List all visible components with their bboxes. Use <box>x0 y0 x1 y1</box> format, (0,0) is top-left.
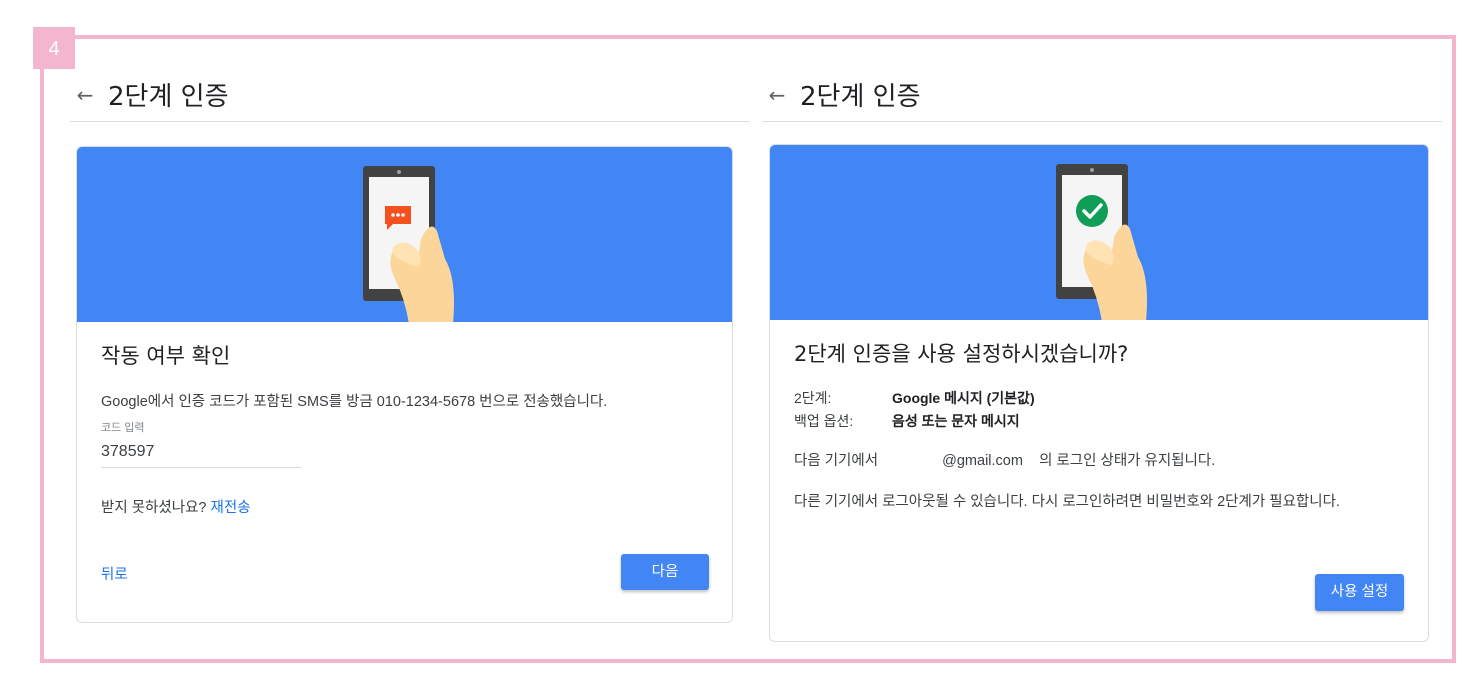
back-arrow-icon[interactable]: ← <box>70 80 100 110</box>
info-key: 백업 옵션: <box>794 413 854 429</box>
banner-illustration <box>770 145 1428 320</box>
enable-button[interactable]: 사용 설정 <box>1315 574 1404 611</box>
enable-card: 2단계 인증을 사용 설정하시겠습니까? 2단계: Google 메시지 (기본… <box>769 144 1429 642</box>
not-received-text: 받지 못하셨나요? <box>101 500 207 516</box>
device-notice: 다음 기기에서 @gmail.com 의 로그인 상태가 유지됩니다. <box>794 451 1404 472</box>
info-row: 2단계: Google 메시지 (기본값) <box>794 388 1404 408</box>
device-text-prefix: 다음 기기에서 <box>794 453 879 469</box>
resend-row: 받지 못하셨나요? 재전송 <box>101 496 708 517</box>
step-badge: 4 <box>33 27 75 69</box>
resend-link[interactable]: 재전송 <box>211 500 251 516</box>
card-title: 작동 여부 확인 <box>101 344 231 368</box>
card-title: 2단계 인증을 사용 설정하시겠습니까? <box>794 342 1129 366</box>
verify-panel: ← 2단계 인증 작동 여부 확인 Google에서 인증 코드가 포함된 SM… <box>70 68 750 623</box>
hand-illustration <box>1083 224 1147 320</box>
back-arrow-icon[interactable]: ← <box>762 80 792 110</box>
sms-description: Google에서 인증 코드가 포함된 SMS를 방금 010-1234-567… <box>101 394 608 410</box>
info-value: Google 메시지 (기본값) <box>892 390 1035 406</box>
device-text-suffix: 의 로그인 상태가 유지됩니다. <box>1039 453 1216 469</box>
method-summary: 2단계: Google 메시지 (기본값) 백업 옵션: 음성 또는 문자 메시… <box>794 388 1404 431</box>
page-title: 2단계 인증 <box>108 82 229 112</box>
back-button[interactable]: 뒤로 <box>101 563 128 584</box>
code-input[interactable]: 378597 <box>101 437 301 468</box>
logout-notice: 다른 기기에서 로그아웃될 수 있습니다. 다시 로그인하려면 비밀번호와 2단… <box>794 494 1340 511</box>
device-email: @gmail.com <box>942 453 1023 469</box>
page-header: ← 2단계 인증 <box>70 68 750 122</box>
hand-illustration <box>390 226 454 322</box>
page-header: ← 2단계 인증 <box>762 68 1442 122</box>
enable-panel: ← 2단계 인증 2단계 인증을 사용 설정하시겠습니까? 2단계: Googl… <box>762 68 1442 642</box>
next-button[interactable]: 다음 <box>621 554 709 590</box>
info-key: 2단계: <box>794 390 832 406</box>
banner-illustration <box>77 147 732 322</box>
info-row: 백업 옵션: 음성 또는 문자 메시지 <box>794 411 1404 431</box>
page-title: 2단계 인증 <box>800 82 921 112</box>
info-value: 음성 또는 문자 메시지 <box>892 413 1020 429</box>
code-input-label: 코드 입력 <box>101 422 145 434</box>
verify-card: 작동 여부 확인 Google에서 인증 코드가 포함된 SMS를 방금 010… <box>76 146 733 623</box>
